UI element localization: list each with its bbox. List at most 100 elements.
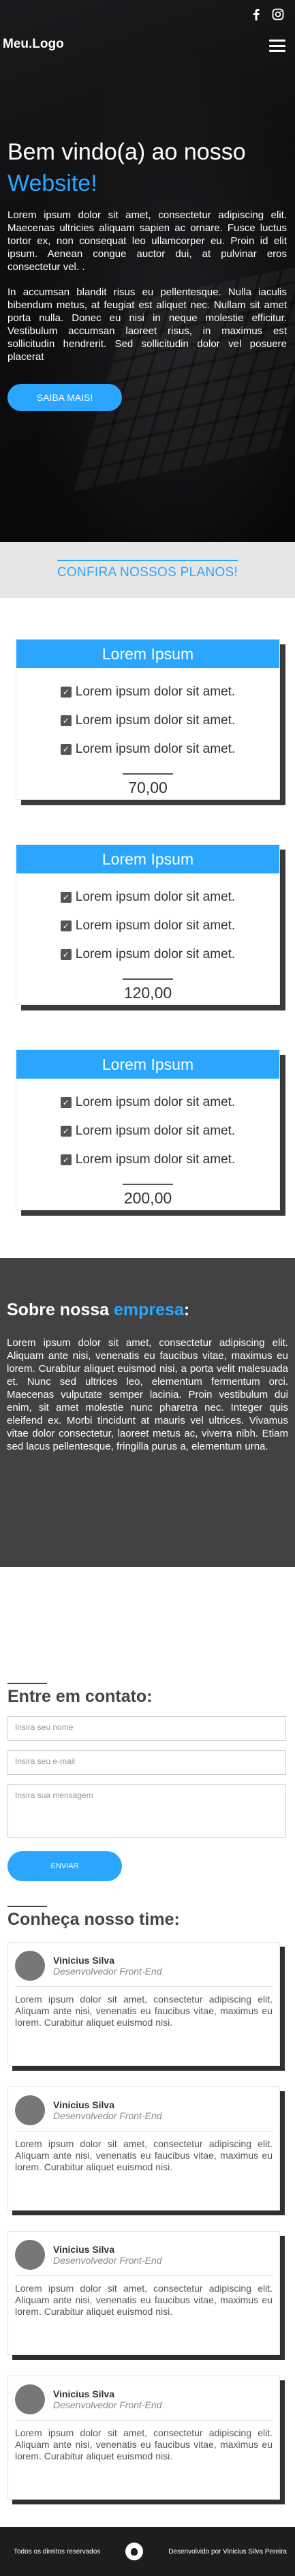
- member-role: Desenvolvedor Front-End: [53, 2399, 162, 2410]
- contact-section: Entre em contato: Insira seu nome Insira…: [0, 1567, 295, 1881]
- avatar: [15, 2384, 45, 2414]
- plan-price: 120,00: [16, 978, 279, 1002]
- plan-price: 200,00: [16, 1184, 279, 1208]
- plan-feature: ✓ Lorem ipsum dolor sit amet.: [16, 912, 279, 940]
- plan-card: Lorem Ipsum ✓ Lorem ipsum dolor sit amet.…: [16, 639, 280, 800]
- plan-feature-text: Lorem ipsum dolor sit amet.: [75, 947, 236, 961]
- plan-price-value: 200,00: [123, 1184, 173, 1208]
- footer-copyright: Todos os direitos reservados: [14, 2547, 101, 2556]
- plan-feature-text: Lorem ipsum dolor sit amet.: [75, 1095, 236, 1109]
- plans-link[interactable]: CONFIRA NOSSOS PLANOS!: [57, 560, 238, 580]
- hero-paragraph-2: In accumsan blandit risus eu pellentesqu…: [7, 286, 287, 363]
- about-section: Sobre nossa empresa: Lorem ipsum dolor s…: [0, 1258, 295, 1567]
- about-title-accent: empresa: [114, 1300, 184, 1319]
- plan-feature-text: Lorem ipsum dolor sit amet.: [75, 1152, 236, 1167]
- plan-title: Lorem Ipsum: [16, 640, 279, 668]
- menu-bar: [269, 50, 285, 52]
- member-text: Lorem ipsum dolor sit amet, consectetur …: [15, 2138, 273, 2172]
- name-input[interactable]: Insira seu nome: [7, 1716, 286, 1741]
- team-member-card: Vinicius Silva Desenvolvedor Front-End L…: [7, 2086, 280, 2211]
- menu-bar: [269, 44, 285, 47]
- member-header: Vinicius Silva Desenvolvedor Front-End: [15, 2384, 273, 2414]
- checkbox-icon: ✓: [60, 1126, 72, 1137]
- plan-feature-text: Lorem ipsum dolor sit amet.: [75, 742, 236, 756]
- member-text: Lorem ipsum dolor sit amet, consectetur …: [15, 2427, 273, 2461]
- team-section: Conheça nosso time: Vinicius Silva Desen…: [0, 1881, 295, 2527]
- checkbox-icon: ✓: [60, 744, 72, 755]
- about-title-main: Sobre nossa: [7, 1300, 110, 1319]
- send-button[interactable]: ENVIAR: [7, 1851, 122, 1881]
- team-member-card: Vinicius Silva Desenvolvedor Front-End L…: [7, 1942, 280, 2066]
- plans-banner: CONFIRA NOSSOS PLANOS!: [0, 542, 295, 598]
- checkbox-icon: ✓: [60, 1097, 72, 1108]
- plan-price: 70,00: [16, 773, 279, 797]
- top-navbar: Meu.Logo: [0, 0, 295, 68]
- plan-feature-text: Lorem ipsum dolor sit amet.: [75, 890, 236, 904]
- plan-feature-text: Lorem ipsum dolor sit amet.: [75, 713, 236, 728]
- pricing-section: Lorem Ipsum ✓ Lorem ipsum dolor sit amet.…: [0, 598, 295, 1258]
- message-textarea[interactable]: Insira sua mensagem: [7, 1784, 286, 1838]
- social-links: [250, 8, 284, 20]
- contact-title: Entre em contato:: [7, 1683, 288, 1707]
- member-text: Lorem ipsum dolor sit amet, consectetur …: [15, 1994, 273, 2028]
- plan-card: Lorem Ipsum ✓ Lorem ipsum dolor sit amet.…: [16, 1049, 280, 1210]
- member-name: Vinicius Silva: [53, 1955, 115, 1966]
- member-role: Desenvolvedor Front-End: [53, 2255, 162, 2266]
- email-input[interactable]: Insira seu e-mail: [7, 1750, 286, 1775]
- member-header: Vinicius Silva Desenvolvedor Front-End: [15, 1951, 273, 1981]
- about-text: Lorem ipsum dolor sit amet, consectetur …: [7, 1337, 288, 1452]
- checkbox-icon: ✓: [60, 715, 72, 726]
- team-member-card: Vinicius Silva Desenvolvedor Front-End L…: [7, 2376, 280, 2500]
- instagram-icon[interactable]: [272, 8, 284, 20]
- team-title: Conheça nosso time:: [7, 1906, 288, 1930]
- member-info: Vinicius Silva Desenvolvedor Front-End: [53, 2244, 162, 2266]
- plan-price-value: 70,00: [123, 773, 173, 797]
- checkbox-icon: ✓: [60, 920, 72, 931]
- member-info: Vinicius Silva Desenvolvedor Front-End: [53, 1955, 162, 1977]
- plan-price-value: 120,00: [123, 978, 173, 1002]
- hamburger-menu-icon[interactable]: [269, 40, 285, 52]
- plan-title: Lorem Ipsum: [16, 1050, 279, 1079]
- hero-title: Bem vindo(a) ao nosso Website!: [7, 136, 287, 199]
- member-name: Vinicius Silva: [53, 2099, 115, 2110]
- divider: [15, 1986, 273, 1987]
- facebook-icon[interactable]: [250, 8, 262, 20]
- member-header: Vinicius Silva Desenvolvedor Front-End: [15, 2240, 273, 2270]
- hero-content: Bem vindo(a) ao nosso Website! Lorem ips…: [7, 136, 287, 411]
- avatar: [15, 2095, 45, 2125]
- member-name: Vinicius Silva: [53, 2244, 115, 2255]
- hero-title-main: Bem vindo(a) ao nosso: [7, 139, 246, 165]
- footer-credit: Desenvolvido por Vinicius Silva Pereira: [168, 2547, 287, 2556]
- divider: [15, 2275, 273, 2276]
- about-title: Sobre nossa empresa:: [7, 1300, 288, 1320]
- menu-bar: [269, 40, 285, 42]
- member-role: Desenvolvedor Front-End: [53, 1966, 162, 1977]
- site-logo[interactable]: Meu.Logo: [3, 37, 64, 52]
- member-info: Vinicius Silva Desenvolvedor Front-End: [53, 2099, 162, 2121]
- plan-card: Lorem Ipsum ✓ Lorem ipsum dolor sit amet.…: [16, 844, 280, 1005]
- member-header: Vinicius Silva Desenvolvedor Front-End: [15, 2095, 273, 2125]
- hero-paragraph-1: Lorem ipsum dolor sit amet, consectetur …: [7, 209, 287, 273]
- checkbox-icon: ✓: [60, 1154, 72, 1165]
- plan-feature: ✓ Lorem ipsum dolor sit amet.: [16, 678, 279, 706]
- plan-feature-text: Lorem ipsum dolor sit amet.: [75, 685, 236, 699]
- member-info: Vinicius Silva Desenvolvedor Front-End: [53, 2388, 162, 2410]
- team-member-card: Vinicius Silva Desenvolvedor Front-End L…: [7, 2231, 280, 2355]
- plan-feature: ✓ Lorem ipsum dolor sit amet.: [16, 883, 279, 912]
- footer: Todos os direitos reservados Desenvolvid…: [0, 2527, 295, 2576]
- hero-title-accent: Website!: [7, 170, 97, 196]
- member-name: Vinicius Silva: [53, 2388, 115, 2399]
- member-text: Lorem ipsum dolor sit amet, consectetur …: [15, 2283, 273, 2317]
- divider: [15, 2420, 273, 2421]
- checkbox-icon: ✓: [60, 687, 72, 698]
- plan-feature: ✓ Lorem ipsum dolor sit amet.: [16, 1145, 279, 1174]
- checkbox-icon: ✓: [60, 949, 72, 960]
- plan-feature: ✓ Lorem ipsum dolor sit amet.: [16, 706, 279, 735]
- github-icon[interactable]: [125, 2543, 144, 2560]
- saiba-mais-button[interactable]: SAIBA MAIS!: [7, 384, 122, 411]
- plan-feature: ✓ Lorem ipsum dolor sit amet.: [16, 1117, 279, 1145]
- checkbox-icon: ✓: [60, 892, 72, 903]
- plan-title: Lorem Ipsum: [16, 845, 279, 873]
- avatar: [15, 1951, 45, 1981]
- about-title-suffix: :: [183, 1300, 190, 1319]
